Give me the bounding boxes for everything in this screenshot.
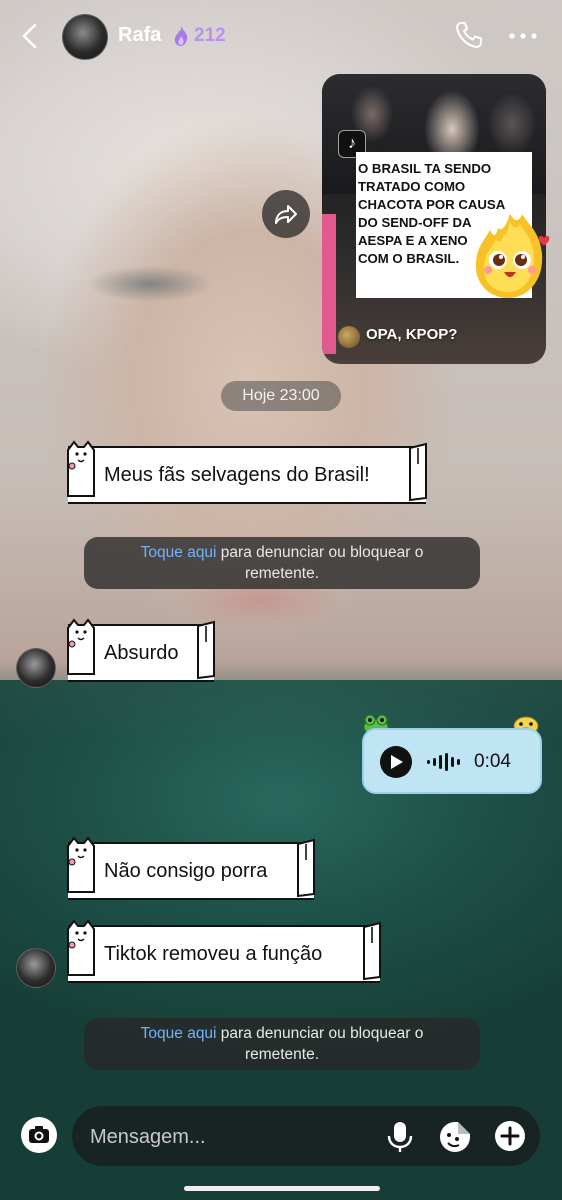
fire-mascot-sticker <box>475 214 550 298</box>
video-overlay-text: OPA, KPOP? <box>366 326 458 343</box>
add-attachment-button[interactable] <box>494 1120 526 1152</box>
cat-scroll-left-icon <box>67 919 95 976</box>
scroll-end-icon <box>409 442 427 502</box>
report-link[interactable]: Toque aqui <box>141 1025 217 1042</box>
voice-message-bubble[interactable]: 0:04 <box>362 728 542 794</box>
sticker-icon <box>440 1122 470 1152</box>
message-bubble[interactable]: Meus fãs selvagens do Brasil! <box>67 440 427 504</box>
timestamp-divider: Hoje 23:00 <box>221 381 341 411</box>
sender-avatar[interactable] <box>16 648 56 688</box>
message-bubble[interactable]: Absurdo <box>67 618 215 682</box>
message-text: Absurdo <box>104 642 179 664</box>
voice-duration: 0:04 <box>474 751 511 772</box>
message-text: Tiktok removeu a função <box>104 943 323 965</box>
message-bubble[interactable]: Tiktok removeu a função <box>67 919 381 983</box>
chat-header: Rafa 212 <box>0 0 562 72</box>
scroll-end-icon <box>297 838 315 898</box>
message-text: Meus fãs selvagens do Brasil! <box>104 464 370 486</box>
home-indicator[interactable] <box>184 1186 380 1191</box>
microphone-icon <box>387 1122 413 1152</box>
more-horizontal-icon <box>509 33 537 39</box>
share-arrow-icon <box>275 205 297 224</box>
share-button[interactable] <box>262 190 310 238</box>
cat-scroll-left-icon <box>67 440 95 497</box>
back-button[interactable] <box>18 22 42 50</box>
play-icon <box>391 755 403 769</box>
message-text: Não consigo porra <box>104 860 268 882</box>
report-banner: Toque aqui para denunciar ou bloquear o … <box>84 537 480 589</box>
flame-icon <box>174 26 188 46</box>
sender-avatar[interactable] <box>16 948 56 988</box>
source-account-avatar <box>338 326 360 348</box>
contact-name[interactable]: Rafa <box>118 24 161 47</box>
camera-icon <box>21 1117 57 1153</box>
sticker-button[interactable] <box>438 1120 472 1154</box>
cat-scroll-left-icon <box>67 618 95 675</box>
report-link[interactable]: Toque aqui <box>141 544 217 561</box>
more-options-button[interactable] <box>508 26 538 46</box>
report-banner: Toque aqui para denunciar ou bloquear o … <box>84 1018 480 1070</box>
message-input[interactable] <box>88 1116 372 1158</box>
cat-scroll-left-icon <box>67 836 95 893</box>
plus-icon <box>495 1121 525 1151</box>
message-bubble[interactable]: Não consigo porra <box>67 836 315 900</box>
call-button[interactable] <box>454 20 484 50</box>
waveform-icon <box>427 753 460 771</box>
chevron-left-icon <box>22 23 37 49</box>
phone-icon <box>456 22 482 48</box>
play-button[interactable] <box>380 746 412 778</box>
scroll-end-icon <box>197 620 215 680</box>
camera-button[interactable] <box>20 1116 58 1154</box>
microphone-button[interactable] <box>386 1120 414 1154</box>
contact-avatar[interactable] <box>62 14 108 60</box>
streak-count: 212 <box>194 25 226 46</box>
scroll-end-icon <box>363 921 381 981</box>
